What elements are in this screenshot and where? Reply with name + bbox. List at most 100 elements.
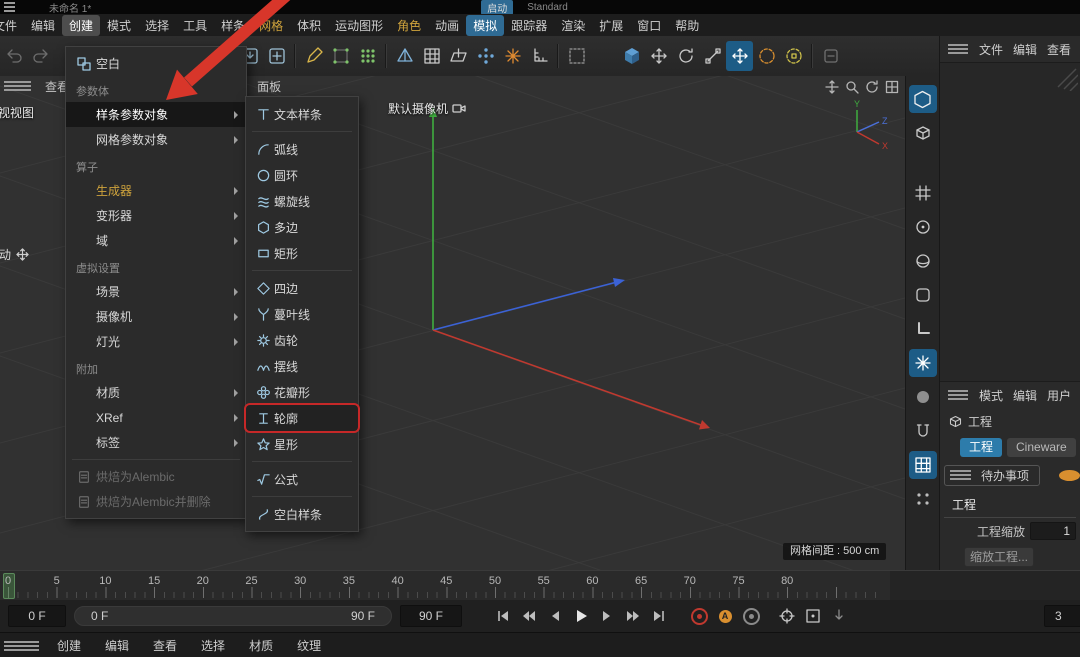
renderer-label[interactable]: Standard [527,2,568,13]
prism-icon[interactable] [391,41,418,71]
submenu-item-cogwheel[interactable]: 齿轮 [246,327,358,353]
menu-window[interactable]: 窗口 [630,15,668,36]
preview-range-slider[interactable]: 0 F 90 F [74,606,392,626]
menu-edit[interactable]: 编辑 [24,15,62,36]
menu-item-mesh-parametric[interactable]: 网格参数对象 [66,127,246,152]
menu-item-material[interactable]: 材质 [66,380,246,405]
array-icon[interactable] [418,41,445,71]
scale-project-button[interactable]: 缩放工程... [964,547,1034,567]
menu-item-spline-parametric[interactable]: 样条参数对象 [66,102,246,127]
toggle-view-icon[interactable] [885,80,899,94]
rotate-band-icon[interactable] [753,41,780,71]
material-menu-icon[interactable] [4,645,39,647]
fps-value-box[interactable]: 3 [1044,605,1080,627]
axis-lock-icon[interactable] [817,41,844,71]
parameter-track-icon[interactable] [800,605,826,627]
rotate-tool-icon[interactable] [672,41,699,71]
play-icon[interactable] [568,605,594,627]
record-keyframe-icon[interactable] [686,605,712,627]
project-scale-input[interactable]: 1 [1030,522,1076,540]
menu-animate[interactable]: 动画 [428,15,466,36]
keyframe-selection-icon[interactable] [738,605,764,627]
app-menu-icon[interactable] [4,6,15,8]
edges-mode-icon[interactable] [909,281,937,309]
submenu-item-nside[interactable]: 多边 [246,214,358,240]
pen-tool-icon[interactable] [300,41,327,71]
submenu-item-cycloid[interactable]: 摆线 [246,353,358,379]
next-frame-icon[interactable] [594,605,620,627]
menu-item-scene[interactable]: 场景 [66,279,246,304]
range-start-label[interactable]: 0 F [91,609,108,623]
submenu-item-empty-spline[interactable]: 空白样条 [246,501,358,527]
zoom-icon[interactable] [845,80,859,94]
tab-dynamics[interactable]: 动 [1054,466,1080,485]
tab-cineware[interactable]: Cineware [1007,438,1076,457]
prev-key-icon[interactable] [516,605,542,627]
reduction-icon[interactable] [826,605,852,627]
goto-end-icon[interactable] [646,605,672,627]
tweak-mode-icon[interactable] [909,485,937,513]
mat-menu-texture[interactable]: 纹理 [285,637,333,654]
autokey-icon[interactable]: A [712,605,738,627]
axis-mode-icon[interactable] [909,213,937,241]
scale-tool-icon[interactable] [699,41,726,71]
submenu-item-flower[interactable]: 花瓣形 [246,379,358,405]
mat-menu-select[interactable]: 选择 [189,637,237,654]
mat-menu-create[interactable]: 创建 [45,637,93,654]
submenu-item-profile[interactable]: 轮廓 [246,405,358,431]
snap-icon[interactable] [499,41,526,71]
workplane-mode-icon[interactable] [909,179,937,207]
am-menu-user[interactable]: 用户 [1042,387,1076,404]
om-menu-edit[interactable]: 编辑 [1008,41,1042,58]
menu-tools[interactable]: 工具 [176,15,214,36]
menu-item-fields[interactable]: 域 [66,228,246,253]
mat-menu-view[interactable]: 查看 [141,637,189,654]
menu-item-tag[interactable]: 标签 [66,430,246,455]
workplane-icon[interactable] [445,41,472,71]
redo-icon[interactable] [27,41,54,71]
menu-extensions[interactable]: 扩展 [592,15,630,36]
am-menu-edit[interactable]: 编辑 [1008,387,1042,404]
enable-snap-icon[interactable] [909,349,937,377]
viewport-menu-icon[interactable] [4,85,31,87]
position-track-icon[interactable] [774,605,800,627]
prev-frame-icon[interactable] [542,605,568,627]
menu-mograph[interactable]: 运动图形 [328,15,390,36]
mat-menu-edit[interactable]: 编辑 [93,637,141,654]
submenu-item-rectangle[interactable]: 矩形 [246,240,358,266]
vp-menu-panel[interactable]: 面板 [249,78,289,95]
axis-gizmo[interactable]: Y Z X [835,98,895,157]
om-menu-file[interactable]: 文件 [974,41,1008,58]
pan-icon[interactable] [825,80,839,94]
am-menu-mode[interactable]: 模式 [974,387,1008,404]
model-mode-icon[interactable] [909,119,937,147]
layout-switcher[interactable]: 启动 [481,0,513,15]
end-frame-input[interactable]: 90 F [400,605,462,627]
scale-band-icon[interactable] [780,41,807,71]
menu-item-generators[interactable]: 生成器 [66,178,246,203]
measure-icon[interactable] [526,41,553,71]
submenu-item-circle[interactable]: 圆环 [246,162,358,188]
make-editable-icon[interactable] [909,85,937,113]
save-incremental-icon[interactable] [263,41,290,71]
menu-mesh[interactable]: 网格 [252,15,290,36]
menu-help[interactable]: 帮助 [668,15,706,36]
goto-start-icon[interactable] [490,605,516,627]
menu-volume[interactable]: 体积 [290,15,328,36]
next-key-icon[interactable] [620,605,646,627]
tab-todo[interactable]: 待办事项 [944,465,1040,486]
submenu-item-formula[interactable]: 公式 [246,466,358,492]
menu-item-camera[interactable]: 摄像机 [66,304,246,329]
submenu-item-star[interactable]: 星形 [246,431,358,457]
edit-points-icon[interactable] [327,41,354,71]
mat-menu-material[interactable]: 材质 [237,637,285,654]
menu-item-null[interactable]: 空白 [66,51,246,76]
submenu-item-helix[interactable]: 螺旋线 [246,188,358,214]
polygons-mode-icon[interactable] [909,315,937,343]
menu-item-deformers[interactable]: 变形器 [66,203,246,228]
attribute-menu-icon[interactable] [948,394,968,396]
menu-character[interactable]: 角色 [390,15,428,36]
grid-snap-icon[interactable] [909,451,937,479]
tab-project[interactable]: 工程 [960,438,1002,457]
move-tool-active-icon[interactable] [726,41,753,71]
